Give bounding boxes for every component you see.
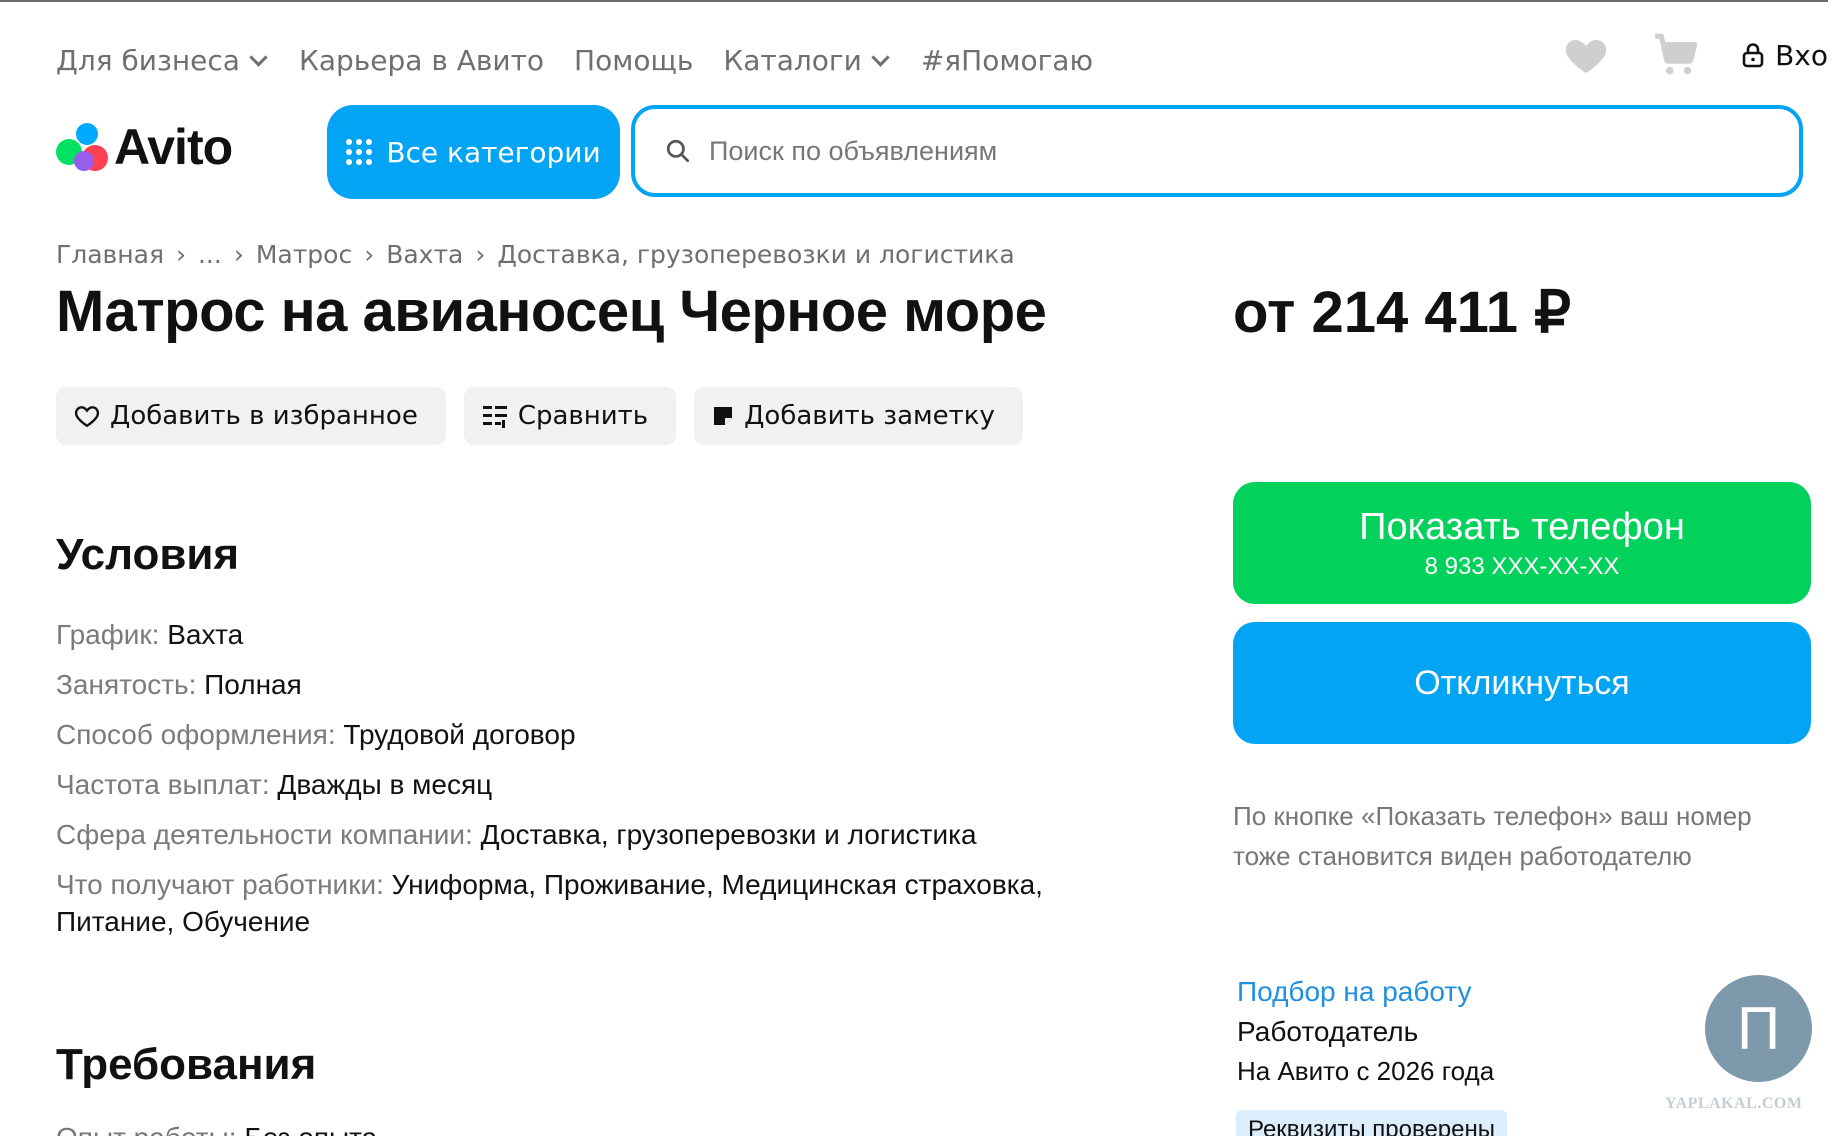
requirements-heading: Требования bbox=[56, 1040, 317, 1089]
all-categories-label: Все категории bbox=[386, 135, 601, 169]
listing-actions: Добавить в избранное Сравнить Добавить з… bbox=[56, 387, 1023, 445]
watermark: YAPLAKAL.COM bbox=[1665, 1095, 1803, 1112]
grid-dots-icon bbox=[346, 139, 373, 165]
topnav-career-label: Карьера в Авито bbox=[298, 44, 545, 77]
conditions-list: График: Вахта Занятость: Полная Способ о… bbox=[56, 616, 1136, 953]
topnav-career[interactable]: Карьера в Авито bbox=[299, 44, 544, 77]
condition-key: График: bbox=[56, 619, 160, 650]
condition-value: Трудовой договор bbox=[343, 719, 576, 750]
respond-label: Откликнуться bbox=[1414, 663, 1630, 702]
condition-key: Занятость: bbox=[56, 669, 197, 700]
condition-row: Сфера деятельности компании: Доставка, г… bbox=[56, 816, 1136, 853]
logo-text: Avito bbox=[114, 119, 233, 175]
condition-row: Что получают работники: Униформа, Прожив… bbox=[56, 866, 1136, 940]
breadcrumb-separator: › bbox=[233, 240, 244, 269]
breadcrumb-home[interactable]: Главная bbox=[56, 240, 164, 269]
top-nav: Для бизнеса Карьера в Авито Помощь Катал… bbox=[56, 44, 1093, 77]
masked-phone-number: 8 933 XXX-XX-XX bbox=[1424, 552, 1620, 580]
condition-key: Способ оформления: bbox=[56, 719, 336, 750]
chevron-down-icon bbox=[249, 48, 268, 67]
breadcrumb-logistics[interactable]: Доставка, грузоперевозки и логистика bbox=[497, 240, 1014, 269]
note-icon bbox=[714, 407, 733, 425]
breadcrumb-ellipsis[interactable]: ... bbox=[198, 240, 222, 269]
topnav-ihelp-label: #яПомогаю bbox=[920, 44, 1094, 77]
condition-key: Что получают работники: bbox=[56, 869, 384, 900]
topnav-catalogs[interactable]: Каталоги bbox=[723, 44, 890, 77]
verified-badge: Реквизиты проверены bbox=[1236, 1110, 1507, 1136]
condition-value: Доставка, грузоперевозки и логистика bbox=[480, 819, 977, 850]
search-input[interactable] bbox=[707, 134, 1611, 168]
condition-row: Занятость: Полная bbox=[56, 666, 1136, 703]
requirement-row: Опыт работы: Без опыта bbox=[56, 1122, 377, 1136]
condition-key: Частота выплат: bbox=[56, 769, 270, 800]
condition-value: Дважды в месяц bbox=[277, 769, 493, 800]
topnav-catalogs-label: Каталоги bbox=[723, 44, 862, 77]
condition-row: График: Вахта bbox=[56, 616, 1136, 653]
cart-icon[interactable] bbox=[1651, 30, 1701, 80]
compare-button[interactable]: Сравнить bbox=[463, 387, 677, 445]
compare-label: Сравнить bbox=[517, 401, 649, 431]
lock-icon bbox=[1742, 43, 1764, 68]
respond-button[interactable]: Откликнуться bbox=[1233, 622, 1811, 744]
topnav-help-label: Помощь bbox=[574, 44, 694, 77]
add-to-favorites-button[interactable]: Добавить в избранное bbox=[56, 387, 446, 445]
breadcrumb: Главная › ... › Матрос › Вахта › Доставк… bbox=[56, 240, 1015, 269]
topnav-business-label: Для бизнеса bbox=[56, 44, 240, 77]
breadcrumb-separator: › bbox=[364, 240, 375, 269]
chevron-down-icon bbox=[871, 48, 890, 67]
condition-value: Вахта bbox=[167, 619, 244, 650]
login-link[interactable]: Вхо bbox=[1741, 39, 1828, 72]
requirement-value: Без опыта bbox=[244, 1122, 377, 1136]
breadcrumb-separator: › bbox=[175, 240, 186, 269]
show-phone-button[interactable]: Показать телефон 8 933 XXX-XX-XX bbox=[1233, 482, 1811, 604]
condition-value: Полная bbox=[204, 669, 302, 700]
breadcrumb-separator: › bbox=[475, 240, 486, 269]
condition-row: Способ оформления: Трудовой договор bbox=[56, 716, 1136, 753]
price: от 214 411 ₽ bbox=[1233, 280, 1571, 345]
breadcrumb-sailor[interactable]: Матрос bbox=[256, 240, 352, 269]
compare-icon bbox=[482, 406, 507, 428]
avatar-letter: П bbox=[1736, 995, 1781, 1062]
employer-role: Работодатель bbox=[1237, 1016, 1419, 1047]
conditions-heading: Условия bbox=[56, 530, 240, 579]
page: Для бизнеса Карьера в Авито Помощь Катал… bbox=[0, 0, 1828, 1136]
avito-logo[interactable]: Avito bbox=[56, 118, 233, 176]
top-border bbox=[0, 0, 1828, 2]
topnav-ihelp[interactable]: #яПомогаю bbox=[921, 44, 1093, 77]
heart-outline-icon bbox=[74, 406, 100, 428]
employer-since: На Авито с 2026 года bbox=[1237, 1056, 1495, 1086]
requirement-key: Опыт работы: bbox=[56, 1122, 237, 1136]
avatar[interactable]: П bbox=[1705, 975, 1812, 1082]
header-actions: Вхо bbox=[1561, 30, 1828, 80]
show-phone-label: Показать телефон bbox=[1359, 505, 1685, 548]
condition-row: Частота выплат: Дважды в месяц bbox=[56, 766, 1136, 803]
all-categories-button[interactable]: Все категории bbox=[327, 105, 620, 199]
phone-visibility-note: По кнопке «Показать телефон» ваш номер т… bbox=[1233, 801, 1752, 871]
add-note-button[interactable]: Добавить заметку bbox=[694, 387, 1023, 445]
add-note-label: Добавить заметку bbox=[744, 401, 995, 431]
topnav-help[interactable]: Помощь bbox=[574, 44, 693, 77]
add-to-favorites-label: Добавить в избранное bbox=[110, 401, 418, 431]
login-label: Вхо bbox=[1775, 38, 1828, 72]
condition-key: Сфера деятельности компании: bbox=[56, 819, 473, 850]
topnav-business[interactable]: Для бизнеса bbox=[56, 44, 269, 77]
employer-link[interactable]: Подбор на работу bbox=[1237, 976, 1494, 1008]
breadcrumb-shift[interactable]: Вахта bbox=[386, 240, 463, 269]
page-title: Матрос на авианосец Черное море bbox=[56, 279, 1047, 344]
employer-card: Подбор на работу Работодатель На Авито с… bbox=[1237, 976, 1494, 1087]
search-box[interactable] bbox=[631, 105, 1803, 197]
logo-dots bbox=[56, 123, 108, 171]
favorites-heart-icon[interactable] bbox=[1561, 31, 1611, 79]
search-icon bbox=[666, 139, 690, 163]
